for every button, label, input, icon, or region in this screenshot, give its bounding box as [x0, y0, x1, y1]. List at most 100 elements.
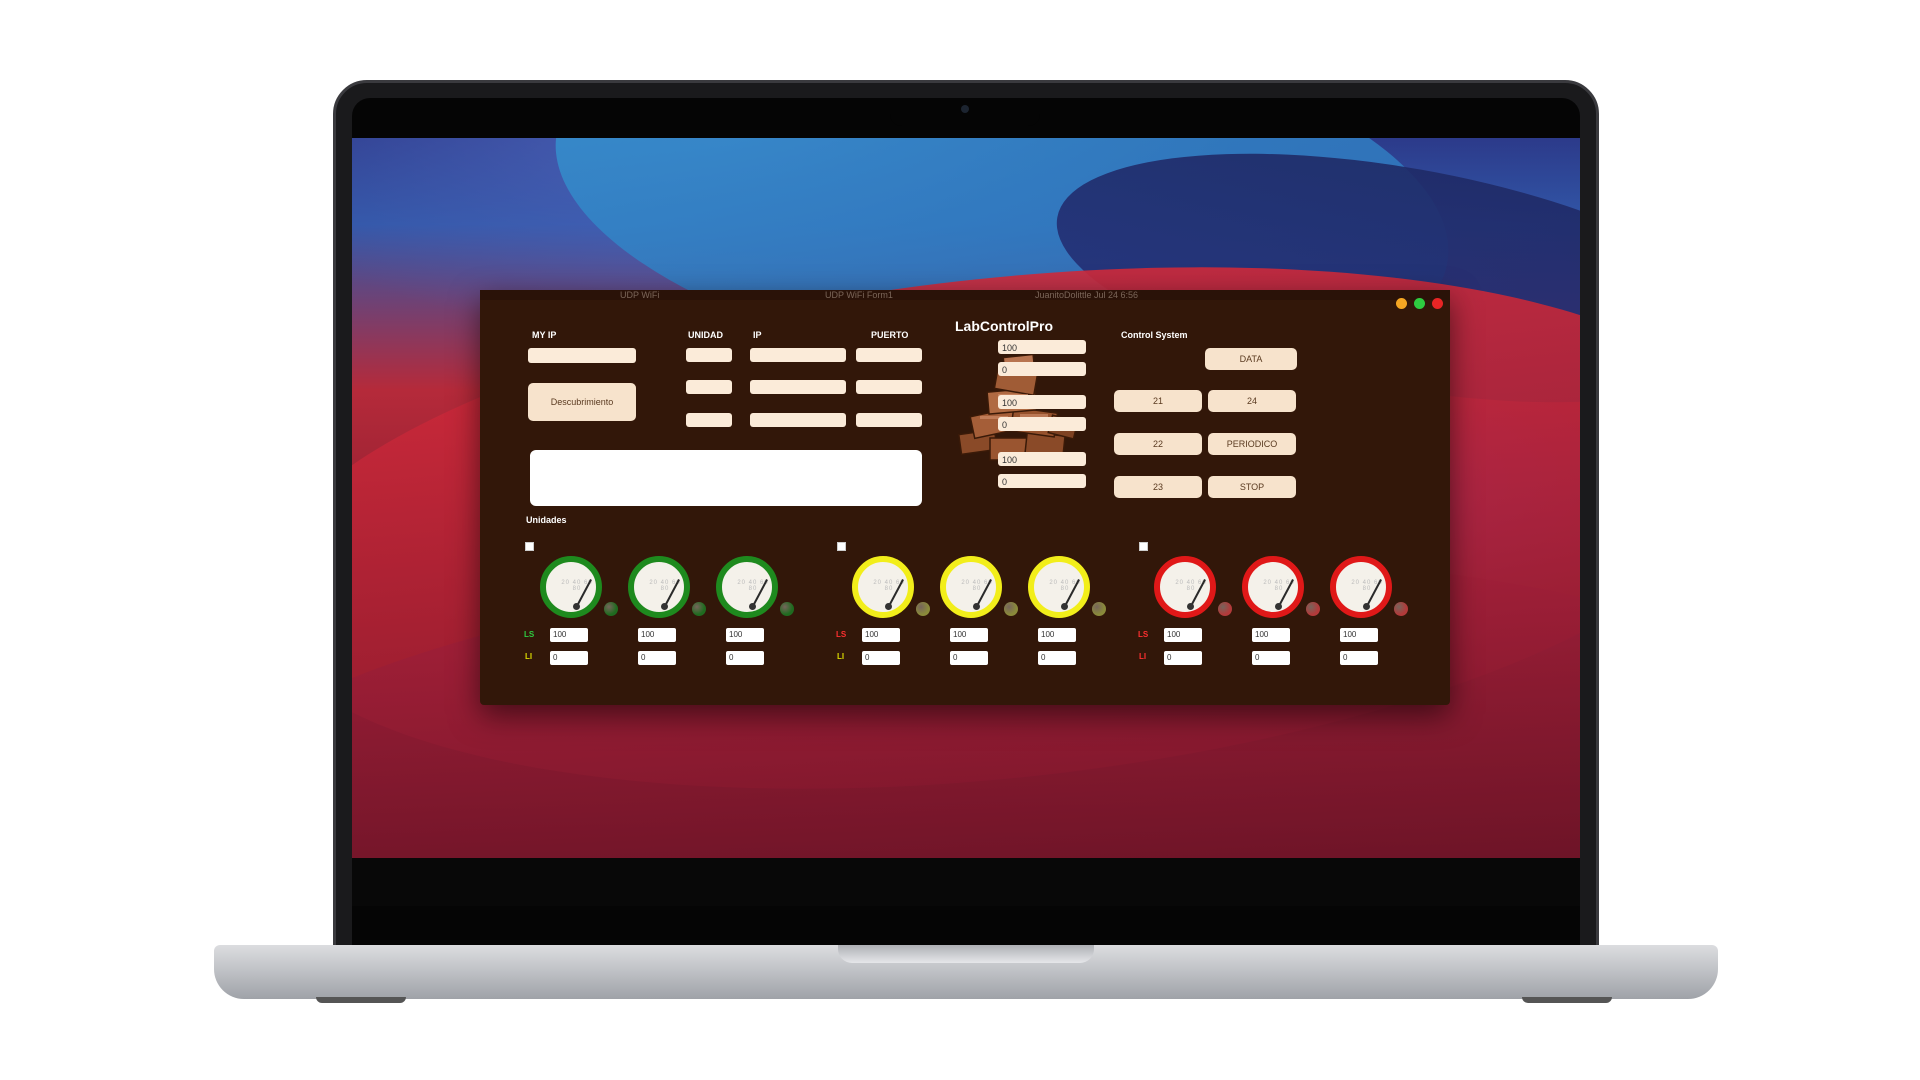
gauge-scale: 20 40 60 80	[1049, 580, 1081, 592]
control-system-title: Control System	[1121, 330, 1188, 340]
li-unit-field[interactable]: 0	[550, 651, 588, 665]
status-led	[780, 602, 794, 616]
li-limit-field[interactable]: 0	[998, 417, 1086, 431]
li-unit-field[interactable]: 0	[1164, 651, 1202, 665]
app-window: UDP WiFi UDP WiFi Form1 JuanitoDolittle …	[480, 290, 1450, 705]
ls-unit-field[interactable]: 100	[950, 628, 988, 642]
li-label: LI	[837, 652, 845, 661]
ls-limit-field[interactable]: 100	[998, 452, 1086, 466]
minimize-button[interactable]	[1396, 298, 1407, 309]
ls-limit-field[interactable]: 100	[998, 340, 1086, 354]
puerto-field[interactable]	[856, 413, 922, 427]
li-limit-field[interactable]: 0	[998, 474, 1086, 488]
ls-unit-field[interactable]: 100	[862, 628, 900, 642]
ip-label: IP	[753, 330, 762, 340]
unit-21-button[interactable]: 21	[1114, 390, 1202, 412]
ip-field[interactable]	[750, 380, 846, 394]
li-limit-field[interactable]: 0	[998, 362, 1086, 376]
my-ip-field[interactable]	[528, 348, 636, 363]
laptop-foot	[316, 997, 406, 1003]
maximize-button[interactable]	[1414, 298, 1425, 309]
gauge-scale: 20 40 60 80	[1263, 580, 1295, 592]
laptop-chin	[352, 858, 1580, 906]
status-led	[916, 602, 930, 616]
unit-24-button[interactable]: 24	[1208, 390, 1296, 412]
gauge-dial: 20 40 60 80	[1330, 556, 1392, 618]
li-label: LI	[525, 652, 533, 661]
ls-limit-field[interactable]: 100	[998, 395, 1086, 409]
app-title: LabControlPro	[955, 318, 1053, 334]
unidades-label: Unidades	[526, 515, 567, 525]
gauge-scale: 20 40 60 80	[961, 580, 993, 592]
li-unit-field[interactable]: 0	[862, 651, 900, 665]
gauge-dial: 20 40 60 80	[1242, 556, 1304, 618]
discover-button[interactable]: Descubrimiento	[528, 383, 636, 421]
data-button[interactable]: DATA	[1205, 348, 1297, 370]
stop-button[interactable]: STOP	[1208, 476, 1296, 498]
ls-unit-field[interactable]: 100	[726, 628, 764, 642]
li-unit-field[interactable]: 0	[638, 651, 676, 665]
menubar-center-text: UDP WiFi Form1	[825, 290, 893, 300]
status-led	[1092, 602, 1106, 616]
gauge-dial: 20 40 60 80	[716, 556, 778, 618]
unit-23-button[interactable]: 23	[1114, 476, 1202, 498]
ls-unit-field[interactable]: 100	[550, 628, 588, 642]
gauge-scale: 20 40 60 80	[561, 580, 593, 592]
desktop-stage: UDP WiFi UDP WiFi Form1 JuanitoDolittle …	[0, 0, 1920, 1080]
unidad-field[interactable]	[686, 348, 732, 362]
status-led	[1004, 602, 1018, 616]
unit-22-button[interactable]: 22	[1114, 433, 1202, 455]
unidad-field[interactable]	[686, 413, 732, 427]
close-button[interactable]	[1432, 298, 1443, 309]
group-checkbox[interactable]	[525, 542, 534, 551]
ip-field[interactable]	[750, 413, 846, 427]
status-led	[1394, 602, 1408, 616]
log-textarea[interactable]	[530, 450, 922, 506]
menubar-left-text: UDP WiFi	[620, 290, 660, 300]
li-unit-field[interactable]: 0	[1252, 651, 1290, 665]
status-led	[1306, 602, 1320, 616]
gauge-scale: 20 40 60 80	[649, 580, 681, 592]
ls-unit-field[interactable]: 100	[1164, 628, 1202, 642]
gauge-dial: 20 40 60 80	[1154, 556, 1216, 618]
gauge-scale: 20 40 60 80	[873, 580, 905, 592]
gauge-scale: 20 40 60 80	[1351, 580, 1383, 592]
menubar-right-text: JuanitoDolittle Jul 24 6:56	[1035, 290, 1139, 300]
puerto-field[interactable]	[856, 348, 922, 362]
gauge-hub	[1363, 603, 1370, 610]
gauge-scale: 20 40 60 80	[1175, 580, 1207, 592]
laptop-foot	[1522, 997, 1612, 1003]
ls-unit-field[interactable]: 100	[1252, 628, 1290, 642]
unidad-label: UNIDAD	[688, 330, 723, 340]
gauge-dial: 20 40 60 80	[628, 556, 690, 618]
puerto-field[interactable]	[856, 380, 922, 394]
unidad-field[interactable]	[686, 380, 732, 394]
gauge-hub	[1187, 603, 1194, 610]
periodico-button[interactable]: PERIODICO	[1208, 433, 1296, 455]
group-checkbox[interactable]	[1139, 542, 1148, 551]
gauge-hub	[1275, 603, 1282, 610]
gauge-dial: 20 40 60 80	[1028, 556, 1090, 618]
my-ip-label: MY IP	[532, 330, 557, 340]
gauge-hub	[1061, 603, 1068, 610]
li-label: LI	[1139, 652, 1147, 661]
ls-unit-field[interactable]: 100	[1038, 628, 1076, 642]
puerto-label: PUERTO	[871, 330, 909, 340]
ip-field[interactable]	[750, 348, 846, 362]
gauge-hub	[885, 603, 892, 610]
li-unit-field[interactable]: 0	[1340, 651, 1378, 665]
ls-unit-field[interactable]: 100	[638, 628, 676, 642]
camera-icon	[961, 105, 969, 113]
li-unit-field[interactable]: 0	[726, 651, 764, 665]
gauge-hub	[749, 603, 756, 610]
gauge-dial: 20 40 60 80	[852, 556, 914, 618]
group-checkbox[interactable]	[837, 542, 846, 551]
li-unit-field[interactable]: 0	[950, 651, 988, 665]
gauge-hub	[973, 603, 980, 610]
laptop-opening-notch	[838, 945, 1094, 963]
ls-label: LS	[836, 630, 847, 639]
status-led	[1218, 602, 1232, 616]
gauge-hub	[573, 603, 580, 610]
ls-unit-field[interactable]: 100	[1340, 628, 1378, 642]
li-unit-field[interactable]: 0	[1038, 651, 1076, 665]
